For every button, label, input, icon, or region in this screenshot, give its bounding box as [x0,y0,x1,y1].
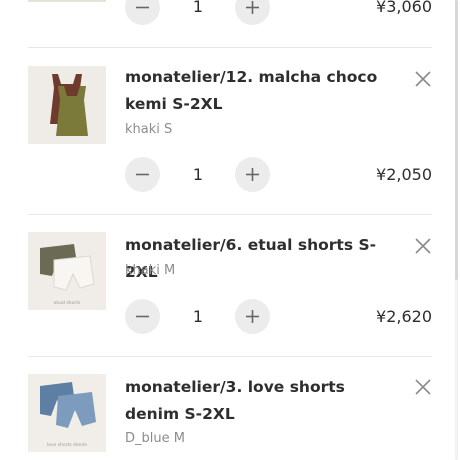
minus-icon [136,315,149,318]
product-variant: khaki M [125,263,176,278]
plus-icon [246,168,259,181]
item-price: ¥2,620 [376,307,432,326]
close-icon [415,238,431,254]
thumb-caption: love shorts denim [47,442,87,448]
quantity-value: 1 [192,307,204,326]
product-thumbnail[interactable]: etual shorts [28,232,106,310]
plus-icon [246,1,259,14]
decrease-quantity-button[interactable] [125,0,160,25]
product-thumbnail[interactable] [28,66,106,144]
product-variant: khaki S [125,122,173,137]
product-variant: D_blue M [125,431,185,446]
denim-shorts-image: love shorts denim [40,382,96,448]
close-icon [415,71,431,87]
minus-icon [136,173,149,176]
tank-top-image [50,74,88,136]
increase-quantity-button[interactable] [235,0,270,25]
quantity-value: 1 [192,0,204,16]
item-price: ¥2,050 [376,165,432,184]
remove-item-button[interactable] [412,235,434,257]
item-divider [28,47,432,48]
product-title[interactable]: monatelier/12. malcha choco kemi S-2XL [125,64,400,118]
remove-item-button[interactable] [412,68,434,90]
plus-icon [246,310,259,323]
thumb-caption: etual shorts [54,300,81,306]
minus-icon [136,6,149,9]
remove-item-button[interactable] [412,376,434,398]
item-price: ¥3,060 [376,0,432,16]
item-divider [28,356,432,357]
decrease-quantity-button[interactable] [125,157,160,192]
increase-quantity-button[interactable] [235,299,270,334]
scrollbar-thumb[interactable] [455,0,458,280]
close-icon [415,379,431,395]
item-divider [28,214,432,215]
shorts-image: etual shorts [40,244,95,306]
product-thumbnail[interactable] [28,0,106,2]
decrease-quantity-button[interactable] [125,299,160,334]
product-thumbnail[interactable]: love shorts denim [28,374,106,452]
quantity-value: 1 [192,165,204,184]
product-title[interactable]: monatelier/3. love shorts denim S-2XL [125,374,400,428]
increase-quantity-button[interactable] [235,157,270,192]
